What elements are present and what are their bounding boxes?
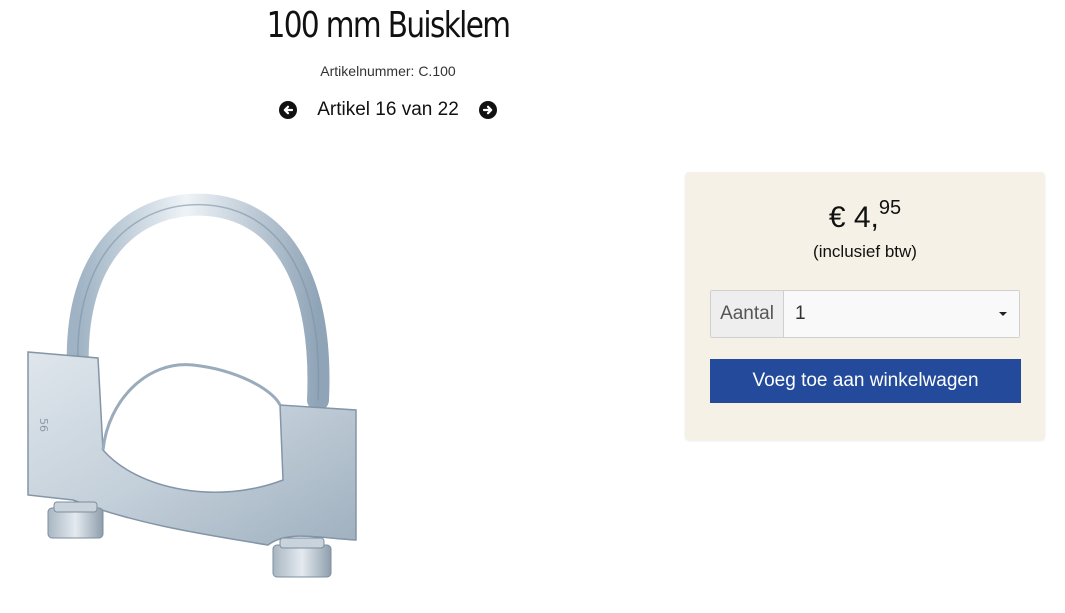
product-page: 100 mm Buisklem Artikelnummer: C.100 Art…	[0, 0, 1065, 613]
svg-text:56: 56	[37, 418, 50, 432]
quantity-value: 1	[795, 303, 806, 324]
price-main: € 4,	[828, 201, 879, 234]
product-image[interactable]: 56	[18, 190, 368, 590]
pipe-clamp-illustration: 56	[27, 193, 357, 578]
sku-line: Artikelnummer: C.100	[320, 63, 456, 79]
buy-box: € 4,95 (inclusief btw) Aantal 1 Voeg toe…	[685, 172, 1045, 440]
next-product-button[interactable]	[478, 101, 497, 119]
product-title: 100 mm Buisklem	[266, 5, 511, 46]
prev-product-button[interactable]	[279, 101, 298, 119]
quantity-group: Aantal 1	[710, 290, 1020, 338]
product-header: 100 mm Buisklem Artikelnummer: C.100 Art…	[238, 0, 538, 122]
pager-text: Artikel 16 van 22	[317, 99, 459, 120]
quantity-label: Aantal	[711, 291, 784, 337]
arrow-circle-left-icon	[283, 105, 294, 115]
nut-right	[272, 537, 332, 578]
chevron-down-icon	[999, 312, 1007, 316]
quantity-select[interactable]: 1	[784, 291, 1019, 337]
vat-note: (inclusief btw)	[813, 242, 917, 261]
price-cents: 95	[878, 197, 902, 219]
product-pager: Artikel 16 van 22	[238, 98, 538, 122]
nut-left	[47, 501, 104, 539]
price: € 4,95	[685, 198, 1045, 238]
add-to-cart-button[interactable]: Voeg toe aan winkelwagen	[710, 359, 1021, 403]
arrow-circle-right-icon	[482, 105, 493, 115]
